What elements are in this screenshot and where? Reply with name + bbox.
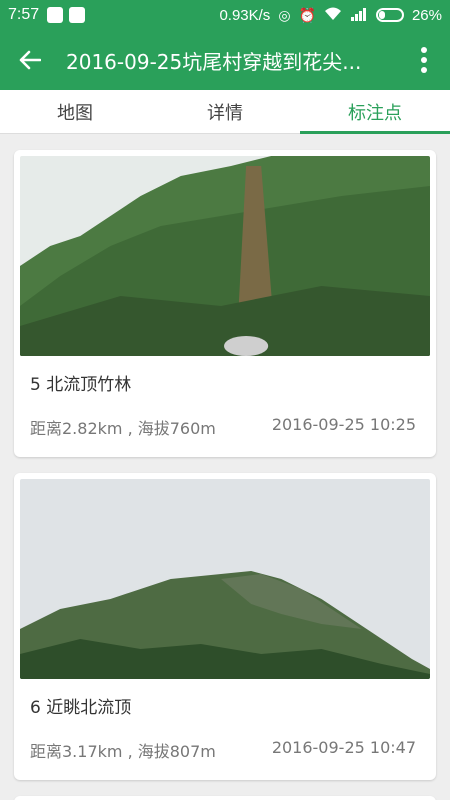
back-button[interactable] (12, 42, 48, 78)
waypoint-list[interactable]: 5 北流顶竹林 距离2.82km , 海拔760m 2016-09-25 10:… (0, 134, 450, 800)
tab-waypoints[interactable]: 标注点 (300, 90, 450, 134)
battery-percent: 26% (411, 6, 442, 24)
waypoint-card[interactable]: 6 近眺北流顶 距离3.17km , 海拔807m 2016-09-25 10:… (14, 473, 436, 780)
waypoint-photo (20, 156, 430, 356)
sync-icon: ◎ (278, 6, 291, 23)
waypoint-distance-altitude: 距离2.82km , 海拔760m (30, 419, 216, 438)
wifi-icon (324, 7, 342, 24)
alarm-icon: ⏰ (298, 6, 316, 23)
app-bar: 2016-09-25坑尾村穿越到花尖... (0, 30, 450, 90)
waypoint-meta: 距离3.17km , 海拔807m 2016-09-25 10:47 (20, 730, 430, 780)
waypoint-card-partial[interactable] (14, 796, 436, 800)
status-time: 7:57 (8, 6, 40, 23)
waypoint-photo (20, 479, 430, 679)
network-speed: 0.93K/s (219, 6, 271, 24)
more-options-button[interactable] (410, 40, 438, 80)
waypoint-datetime: 2016-09-25 10:47 (271, 738, 416, 757)
more-vertical-icon (421, 47, 427, 73)
notification-icon (47, 7, 64, 23)
waypoint-name: 6 近眺北流顶 (30, 698, 132, 718)
arrow-left-icon (19, 50, 41, 70)
tab-bar: 地图 详情 标注点 (0, 90, 450, 134)
waypoint-distance-altitude: 距离3.17km , 海拔807m (30, 742, 216, 761)
app-notification-icon (69, 7, 86, 23)
waypoint-name: 5 北流顶竹林 (30, 375, 132, 395)
signal-icon (350, 7, 368, 24)
waypoint-card[interactable]: 5 北流顶竹林 距离2.82km , 海拔760m 2016-09-25 10:… (14, 150, 436, 457)
waypoint-meta: 距离2.82km , 海拔760m 2016-09-25 10:25 (20, 407, 430, 457)
battery-icon (375, 8, 404, 22)
status-bar: 7:57 0.93K/s ◎ ⏰ 26% (0, 0, 450, 30)
waypoint-datetime: 2016-09-25 10:25 (271, 415, 416, 434)
tab-details[interactable]: 详情 (150, 90, 300, 133)
tab-map[interactable]: 地图 (0, 90, 150, 133)
page-title: 2016-09-25坑尾村穿越到花尖... (66, 49, 362, 74)
